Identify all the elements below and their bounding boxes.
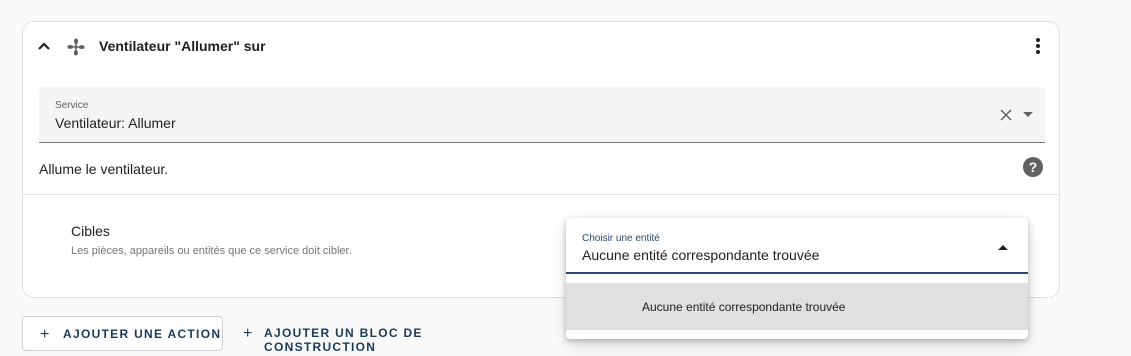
chevron-down-icon[interactable] bbox=[1023, 112, 1033, 117]
plus-icon: + bbox=[40, 326, 50, 343]
entity-picker-value: Aucune entité correspondante trouvée bbox=[582, 247, 820, 263]
entity-picker: Choisir une entité Aucune entité corresp… bbox=[566, 218, 1028, 339]
close-icon[interactable] bbox=[999, 108, 1013, 122]
entity-option[interactable]: Aucune entité correspondante trouvée bbox=[566, 283, 1028, 330]
card-header[interactable]: Ventilateur "Allumer" sur bbox=[23, 22, 1059, 72]
chevron-up-icon[interactable] bbox=[37, 39, 51, 53]
entity-picker-label: Choisir une entité bbox=[582, 233, 660, 244]
divider bbox=[23, 194, 1059, 195]
service-label: Service bbox=[55, 100, 89, 111]
targets-description: Les pièces, appareils ou entités que ce … bbox=[71, 245, 352, 257]
fan-icon bbox=[67, 38, 85, 56]
targets-title: Cibles bbox=[71, 223, 110, 239]
plus-icon: + bbox=[243, 325, 253, 342]
add-building-block-button[interactable]: + AJOUTER UN BLOC DE CONSTRUCTION bbox=[241, 316, 531, 354]
add-block-label: AJOUTER UN BLOC DE CONSTRUCTION bbox=[264, 326, 423, 354]
add-action-label: AJOUTER UNE ACTION bbox=[63, 327, 222, 341]
service-value: Ventilateur: Allumer bbox=[55, 115, 176, 131]
card-title: Ventilateur "Allumer" sur bbox=[99, 38, 266, 54]
service-select[interactable]: Service Ventilateur: Allumer bbox=[39, 87, 1045, 143]
service-description: Allume le ventilateur. bbox=[39, 161, 169, 177]
entity-picker-field[interactable]: Choisir une entité Aucune entité corresp… bbox=[566, 218, 1028, 274]
chevron-up-icon[interactable] bbox=[998, 245, 1008, 250]
help-icon[interactable]: ? bbox=[1023, 157, 1043, 177]
add-action-button[interactable]: + AJOUTER UNE ACTION bbox=[22, 316, 223, 351]
dots-vertical-icon[interactable] bbox=[1033, 36, 1043, 58]
entity-option-label: Aucune entité correspondante trouvée bbox=[642, 300, 846, 314]
